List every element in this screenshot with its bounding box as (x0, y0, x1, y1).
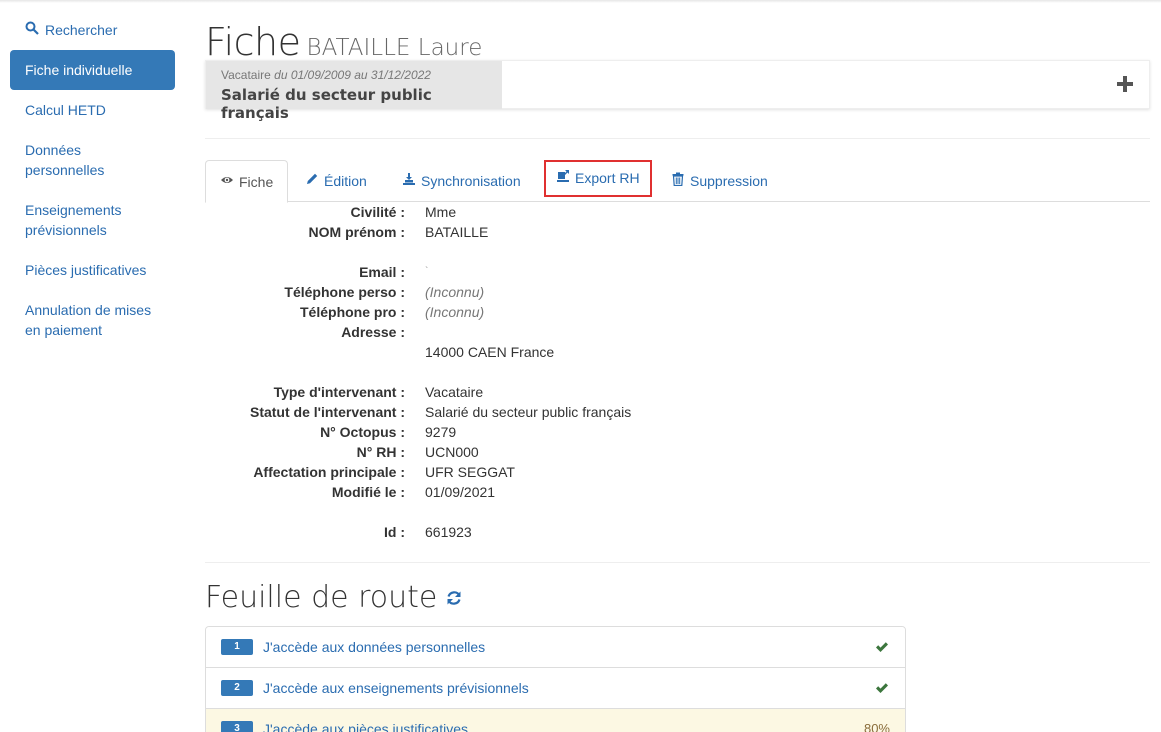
detail-label: Téléphone pro : (300, 304, 405, 320)
page-title: Fiche BATAILLE Laure (205, 20, 482, 64)
intervenant-status-bar: Vacataire du 01/09/2009 au 31/12/2022 Sa… (205, 60, 1150, 122)
detail-row-affectation: Affectation principale : UFR SEGGAT (205, 462, 1150, 482)
export-icon (556, 162, 570, 195)
refresh-icon[interactable] (445, 580, 463, 615)
status-box: Vacataire du 01/09/2009 au 31/12/2022 Sa… (206, 61, 502, 122)
detail-value: Vacataire (425, 384, 484, 400)
detail-row-octopus: N° Octopus : 9279 (205, 422, 1150, 442)
step-number-badge: 1 (221, 639, 253, 655)
detail-row-tel-pro: Téléphone pro : (Inconnu) (205, 302, 1150, 322)
tab-edition[interactable]: Édition (291, 160, 381, 202)
sidebar-item-calcul-hetd[interactable]: Calcul HETD (10, 90, 175, 130)
tab-suppression[interactable]: Suppression (657, 160, 782, 202)
detail-value: UCN000 (425, 444, 479, 460)
detail-value: (Inconnu) (425, 304, 485, 320)
divider (205, 562, 1150, 563)
tabs: Fiche Édition Synchronisation Export RH … (205, 160, 1150, 203)
status-label: Salarié du secteur public français (221, 86, 432, 122)
detail-label: NOM prénom : (308, 224, 405, 240)
detail-row-adresse-value: 14000 CAEN France (205, 342, 1150, 362)
detail-value: ` (425, 266, 429, 277)
page-title-main: Fiche (205, 20, 301, 64)
tab-label: Export RH (575, 170, 640, 186)
detail-label: Email : (359, 264, 405, 280)
feuille-de-route-title: Feuille de route (205, 580, 463, 615)
detail-value: UFR SEGGAT (425, 464, 515, 480)
eye-icon (220, 161, 234, 203)
sidebar-item-search[interactable]: Rechercher (10, 10, 175, 50)
detail-row-id: Id : 661923 (205, 522, 1150, 542)
detail-label: N° Octopus : (320, 424, 405, 440)
import-icon (402, 160, 416, 202)
detail-row-rh: N° RH : UCN000 (205, 442, 1150, 462)
detail-value: Mme (425, 204, 457, 220)
sidebar-item-fiche-individuelle[interactable]: Fiche individuelle (10, 50, 175, 90)
detail-value: 661923 (425, 524, 472, 540)
add-status-button[interactable] (1116, 75, 1134, 93)
tab-fiche[interactable]: Fiche (205, 160, 289, 203)
detail-label: Type d'intervenant : (273, 384, 405, 400)
tab-synchronisation[interactable]: Synchronisation (388, 160, 535, 202)
feuille-de-route-heading: Feuille de route (205, 580, 438, 615)
step-link[interactable]: J'accède aux pièces justificatives (263, 719, 468, 732)
tab-export-rh[interactable]: Export RH (544, 160, 652, 197)
sidebar-item-enseignements-previsionnels[interactable]: Enseignements prévisionnels (10, 190, 175, 250)
detail-label: Modifié le : (331, 484, 405, 500)
step-number-badge: 2 (221, 680, 253, 696)
detail-value: 9279 (425, 424, 457, 440)
tab-label: Édition (324, 173, 367, 189)
detail-row-statut: Statut de l'intervenant : Salarié du sec… (205, 402, 1150, 422)
detail-value: Salarié du secteur public français (425, 404, 632, 420)
detail-row-type: Type d'intervenant : Vacataire (205, 382, 1150, 402)
tab-label: Suppression (690, 173, 768, 189)
detail-row-email: Email : ` (205, 262, 1150, 282)
check-icon (875, 640, 889, 654)
step-number-badge: 3 (221, 721, 253, 732)
detail-label: Adresse : (341, 324, 405, 340)
detail-label: Téléphone perso : (284, 284, 405, 300)
sidebar: Rechercher Fiche individuelle Calcul HET… (10, 10, 175, 350)
trash-icon (671, 160, 685, 202)
detail-value: 01/09/2021 (425, 484, 496, 500)
divider (205, 138, 1150, 139)
search-icon (25, 20, 39, 40)
pencil-icon (305, 160, 319, 202)
detail-row-adresse: Adresse : (205, 322, 1150, 342)
status-period-line: Vacataire du 01/09/2009 au 31/12/2022 (221, 68, 487, 82)
check-icon (875, 681, 889, 695)
sidebar-item-donnees-personnelles[interactable]: Données personnelles (10, 130, 175, 190)
detail-label: Civilité : (350, 204, 405, 220)
route-step[interactable]: 2 J'accède aux enseignements prévisionne… (206, 668, 905, 709)
page-title-person: BATAILLE Laure (306, 35, 483, 61)
detail-label: Affectation principale : (253, 464, 405, 480)
detail-label: Statut de l'intervenant : (249, 404, 405, 420)
top-shadow (0, 0, 1161, 3)
route-step[interactable]: 3 J'accède aux pièces justificatives 80% (206, 709, 905, 732)
step-link[interactable]: J'accède aux données personnelles (263, 637, 485, 657)
detail-value: (Inconnu) (425, 284, 485, 300)
detail-value: BATAILLE (425, 224, 489, 240)
detail-label: Id : (384, 524, 405, 540)
detail-row-tel-perso: Téléphone perso : (Inconnu) (205, 282, 1150, 302)
detail-label: N° RH : (356, 444, 405, 460)
status-period: du 01/09/2009 au 31/12/2022 (274, 68, 431, 82)
tab-label: Fiche (239, 173, 274, 190)
detail-row-nom: NOM prénom : BATAILLE (205, 222, 1150, 242)
detail-row-modifie: Modifié le : 01/09/2021 (205, 482, 1150, 502)
sidebar-item-pieces-justificatives[interactable]: Pièces justificatives (10, 250, 175, 290)
detail-value: 14000 CAEN France (425, 344, 555, 360)
step-progress: 80% (863, 721, 890, 732)
sidebar-item-label: Rechercher (45, 22, 118, 38)
detail-row-civilite: Civilité : Mme (205, 202, 1150, 222)
feuille-de-route-list: 1 J'accède aux données personnelles 2 J'… (205, 626, 906, 732)
sidebar-item-annulation-mises-en-paiement[interactable]: Annulation de mises en paiement (10, 290, 175, 350)
status-type: Vacataire (221, 68, 271, 82)
tab-label: Synchronisation (421, 173, 521, 189)
route-step[interactable]: 1 J'accède aux données personnelles (206, 627, 905, 668)
step-link[interactable]: J'accède aux enseignements prévisionnels (263, 678, 529, 698)
